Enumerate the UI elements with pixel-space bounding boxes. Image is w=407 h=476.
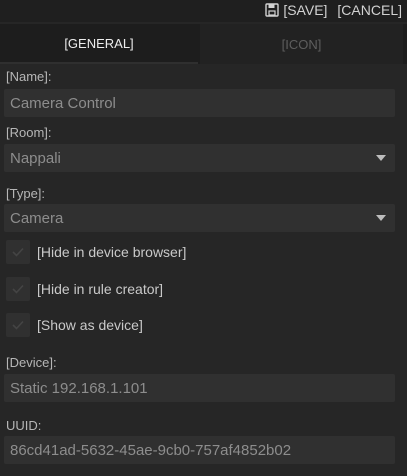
checkbox-label: [Hide in device browser] <box>37 244 187 260</box>
name-label: [Name]: <box>6 69 52 84</box>
checkmark-icon <box>12 284 24 294</box>
checkbox-label: [Show as device] <box>37 317 143 333</box>
show-as-device-checkbox[interactable]: [Show as device] <box>6 313 143 337</box>
type-value: Camera <box>10 209 64 227</box>
type-label: [Type]: <box>6 186 46 201</box>
device-label: [Device]: <box>6 355 57 370</box>
room-value: Nappali <box>10 149 61 167</box>
save-label: [SAVE] <box>283 2 328 18</box>
name-field[interactable]: Camera Control <box>4 89 395 117</box>
tab-general[interactable]: [GENERAL] <box>0 24 198 64</box>
hide-in-rule-creator-checkbox[interactable]: [Hide in rule creator] <box>6 277 163 301</box>
checkbox-box[interactable] <box>6 240 30 264</box>
tab-icon[interactable]: [ICON] <box>200 24 403 64</box>
top-actions: [SAVE] [CANCEL] <box>265 1 402 19</box>
checkmark-icon <box>12 247 24 257</box>
checkbox-box[interactable] <box>6 313 30 337</box>
room-select[interactable]: Nappali <box>4 144 395 172</box>
type-select[interactable]: Camera <box>4 204 395 232</box>
hide-in-device-browser-checkbox[interactable]: [Hide in device browser] <box>6 240 186 264</box>
uuid-label: UUID: <box>6 418 42 433</box>
device-field[interactable]: Static 192.168.1.101 <box>4 374 395 402</box>
device-editor: [SAVE] [CANCEL] [GENERAL] [ICON] [Name]:… <box>0 0 407 476</box>
top-action-bar: [SAVE] [CANCEL] <box>0 0 407 22</box>
checkbox-label: [Hide in rule creator] <box>37 281 164 297</box>
caret-down-icon <box>376 155 386 161</box>
cancel-button[interactable]: [CANCEL] <box>337 2 402 18</box>
save-button[interactable]: [SAVE] <box>265 2 327 18</box>
cancel-label: [CANCEL] <box>337 2 402 18</box>
checkmark-icon <box>12 320 24 330</box>
floppy-disk-icon <box>265 3 280 17</box>
checkbox-box[interactable] <box>6 277 30 301</box>
room-label: [Room]: <box>6 125 52 140</box>
uuid-field[interactable]: 86cd41ad-5632-45ae-9cb0-757af4852b02 <box>4 436 395 464</box>
uuid-value: 86cd41ad-5632-45ae-9cb0-757af4852b02 <box>10 441 292 459</box>
name-value: Camera Control <box>10 94 116 112</box>
caret-down-icon <box>376 215 386 221</box>
device-value: Static 192.168.1.101 <box>10 379 148 397</box>
tab-bar: [GENERAL] [ICON] <box>0 24 407 64</box>
